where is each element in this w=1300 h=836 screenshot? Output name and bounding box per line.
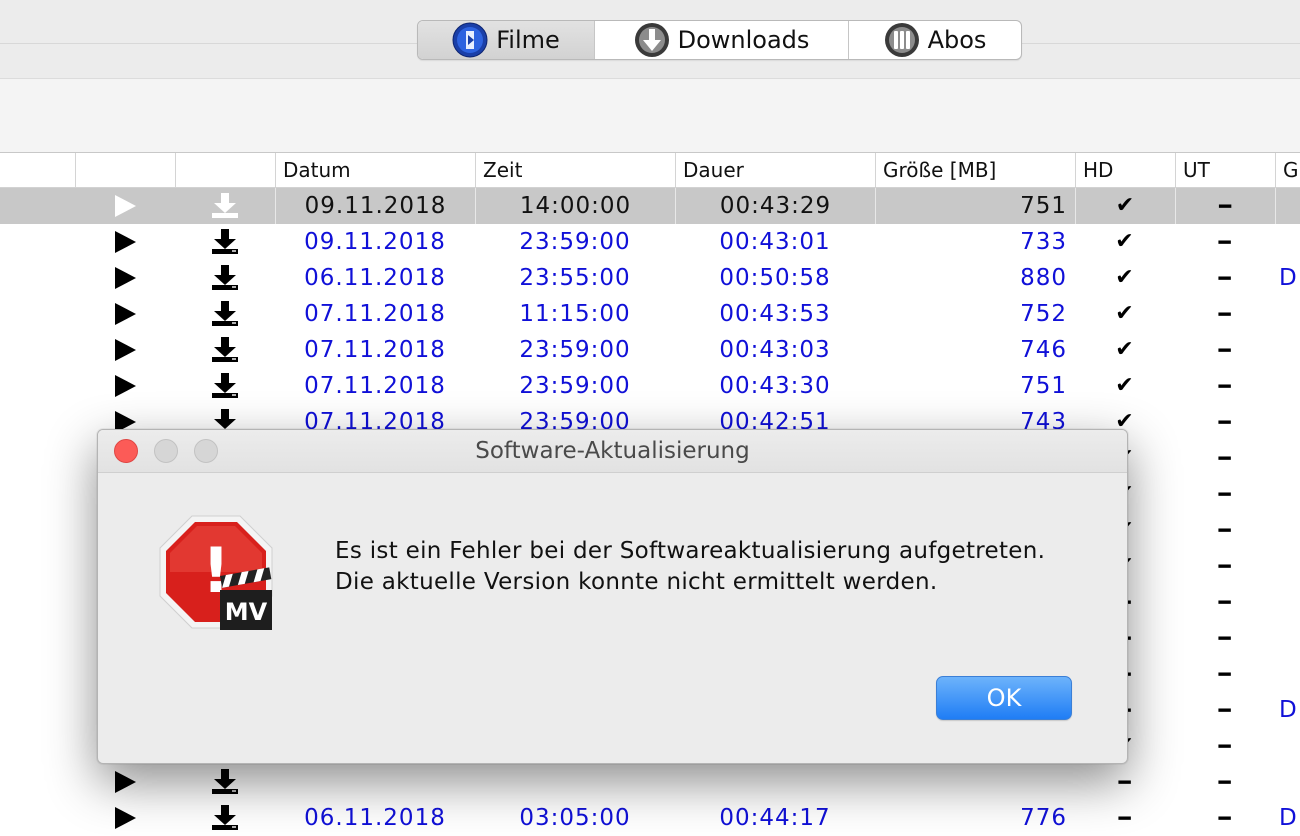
mv-badge: MV [225,598,268,626]
dialog-title: Software-Aktualisierung [475,438,750,464]
dialog-message: Es ist ein Fehler bei der Softwareaktual… [335,536,1045,598]
ok-button[interactable]: OK [936,676,1072,720]
dialog-message-line-1: Es ist ein Fehler bei der Softwareaktual… [335,538,1046,564]
modal-overlay: Software-Aktualisierung ! MV Es ist ein … [0,0,1300,836]
software-update-dialog: Software-Aktualisierung ! MV Es ist ein … [97,429,1128,764]
dialog-message-line-2: Die aktuelle Version konnte nicht ermitt… [335,569,938,595]
error-stop-icon: ! MV [159,515,273,630]
dialog-titlebar: Software-Aktualisierung [98,430,1127,473]
